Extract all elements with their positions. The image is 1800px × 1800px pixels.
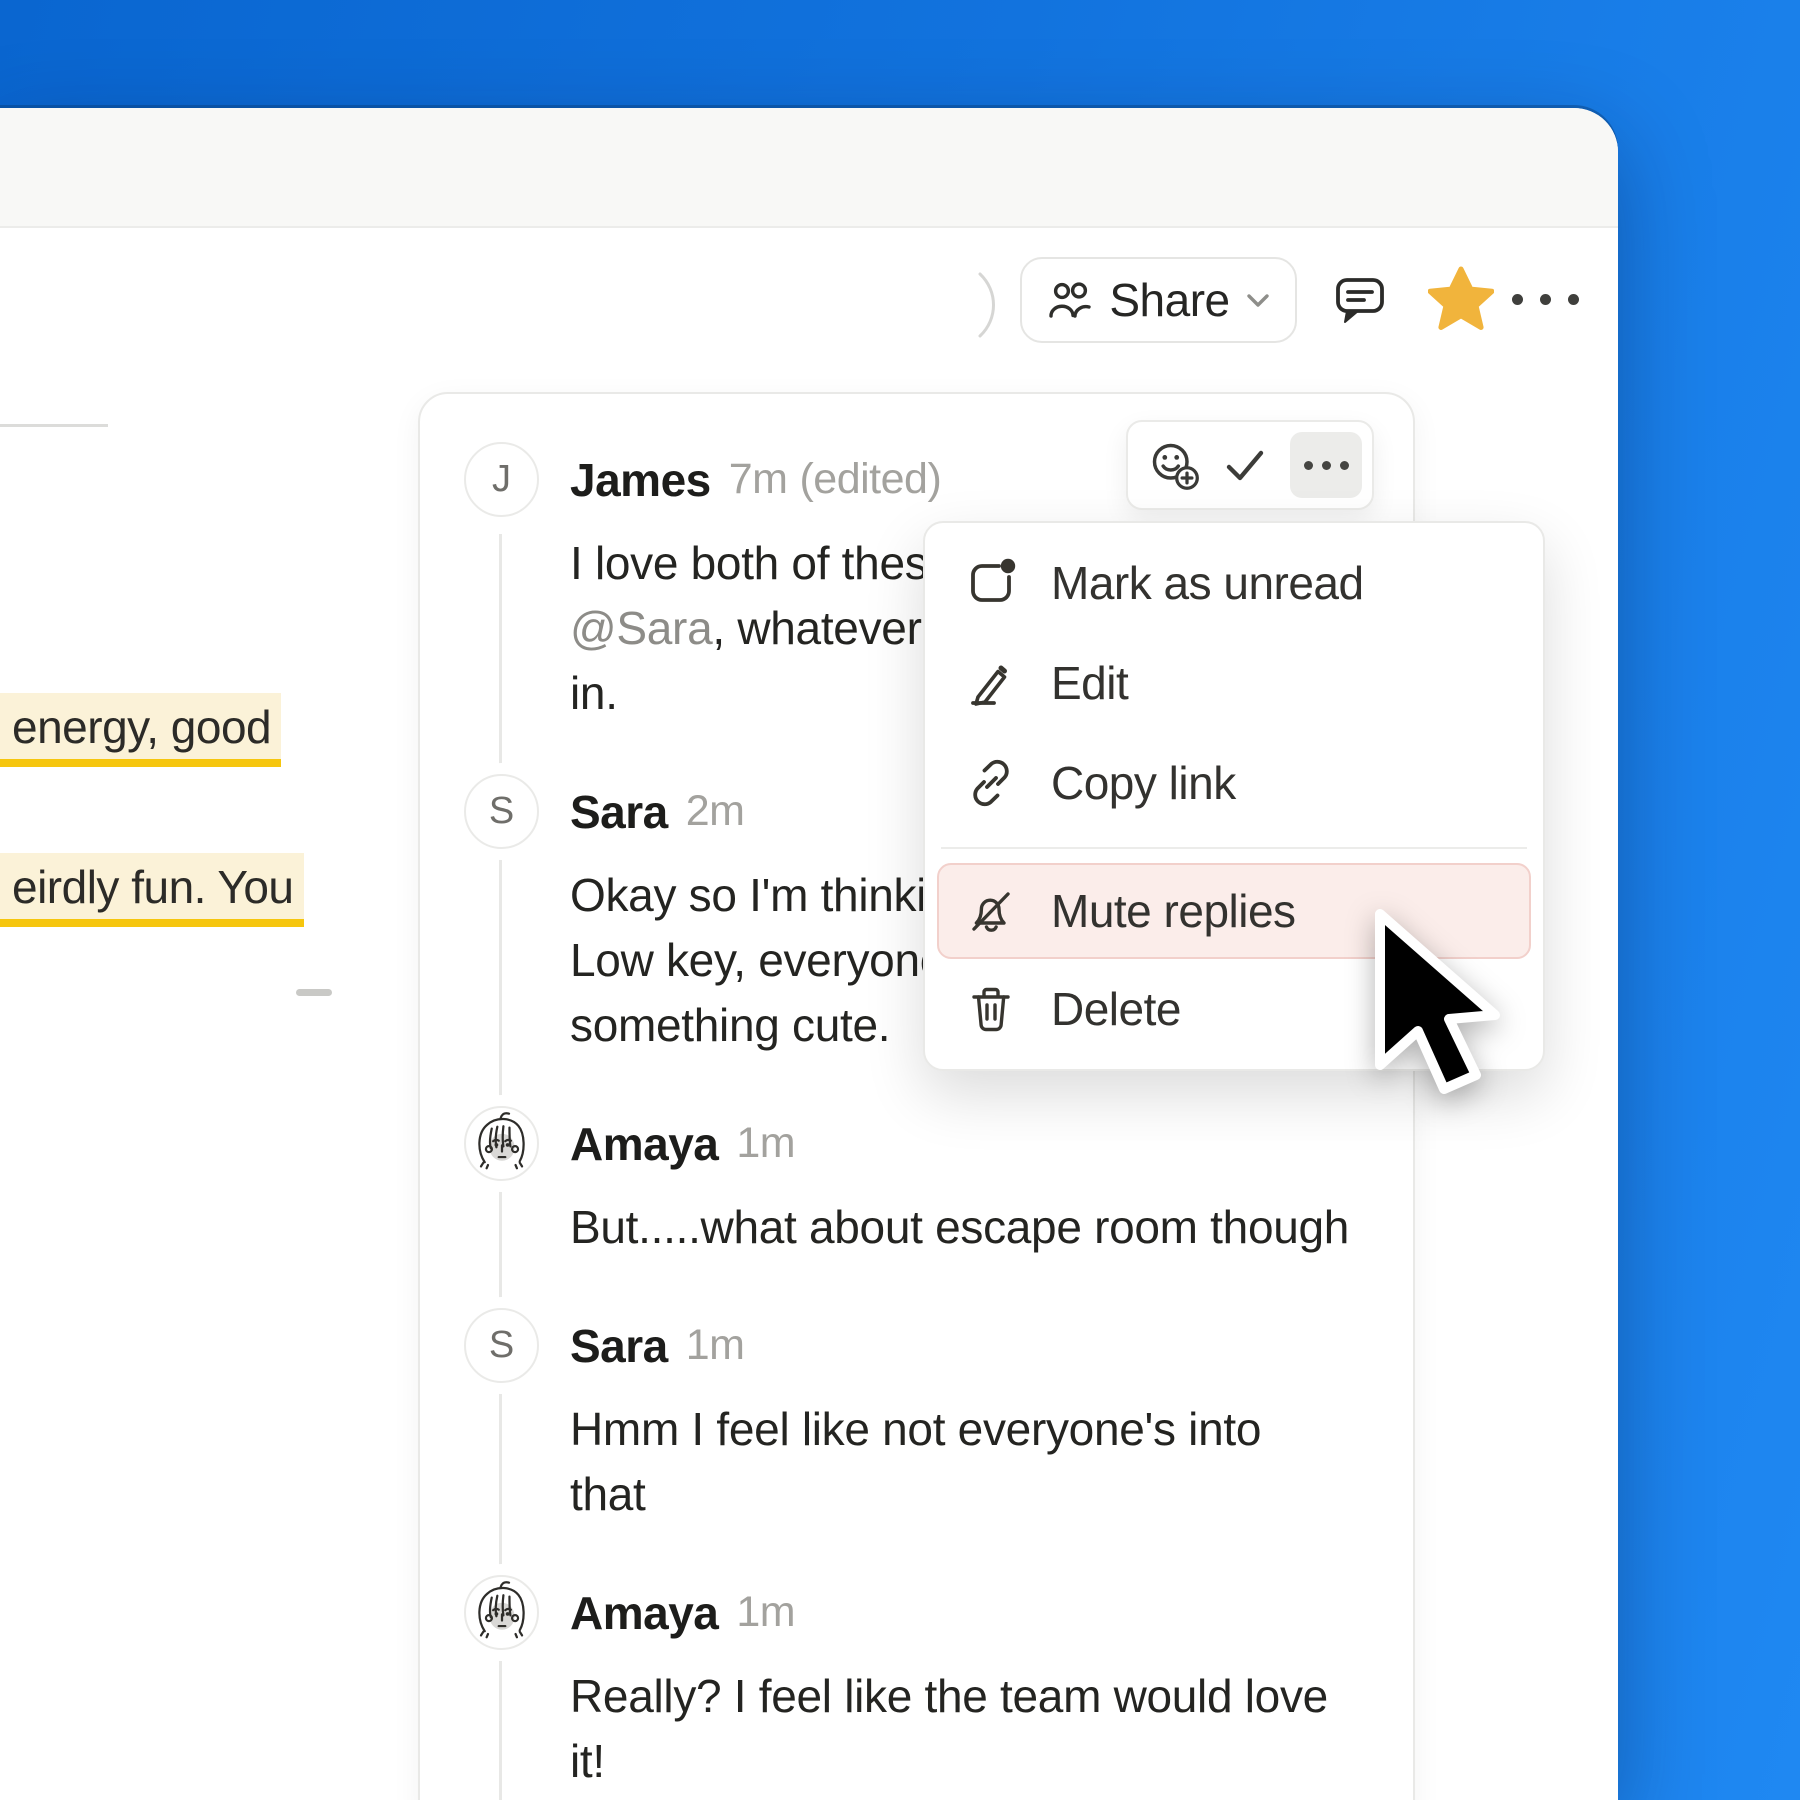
comment-timestamp: 2m [686,787,745,836]
avatar-initial: J [492,458,511,501]
user-mention[interactable]: @Sara [570,602,712,654]
comment-meta: Sara 1m [570,1308,1261,1383]
menu-item-label: Mute replies [1051,884,1296,938]
avatar-doodle-face [467,1578,537,1648]
comment-edited-flag: (edited) [799,455,941,504]
comment-text: But.....what about escape room though [570,1201,1349,1253]
menu-item-label: Mark as unread [1051,556,1364,610]
people-icon [1045,278,1095,322]
menu-item-edit[interactable]: Edit [925,633,1543,733]
comment-text: Really? I feel like the team would love [570,1670,1328,1722]
comment-more-button-active[interactable] [1290,432,1362,498]
comment-body: Hmm I feel like not everyone's into that [570,1397,1261,1527]
comment-text: something cute. [570,999,890,1051]
avatar-initial: S [489,790,514,833]
comment-author: Amaya [570,1117,718,1171]
menu-item-copy-link[interactable]: Copy link [925,733,1543,833]
menu-item-label: Copy link [1051,756,1236,810]
comment: Amaya 1m But.....what about escape room th… [420,1106,1393,1260]
menu-divider [941,847,1527,849]
trash-icon [965,983,1017,1035]
comment-author: Amaya [570,1586,718,1640]
comment-meta: James 7m(edited) [570,442,1137,517]
mark-unread-icon [965,557,1017,609]
avatar: S [464,1308,539,1383]
presence-avatar-edge [958,264,1018,354]
comment-text: it! [570,1735,605,1787]
share-button[interactable]: Share [1020,257,1297,343]
doc-highlighted-text[interactable]: eirdly fun. You [0,853,304,927]
chevron-down-icon [1244,289,1272,311]
doc-highlighted-text[interactable]: energy, good [0,693,281,767]
comment-hover-actions [1126,420,1374,510]
mute-bell-icon [965,885,1017,937]
share-button-label: Share [1109,273,1229,327]
comment-author: Sara [570,785,668,839]
avatar-doodle-face [467,1109,537,1179]
window-more-button[interactable] [1512,294,1579,305]
comment-timestamp: 1m [686,1321,745,1370]
comment-body: But.....what about escape room though [570,1195,1349,1260]
more-horizontal-icon [1512,294,1579,305]
mouse-cursor [1366,905,1512,1111]
avatar [464,1575,539,1650]
comment-meta: Amaya 1m [570,1106,1349,1181]
comment-author: Sara [570,1319,668,1373]
menu-item-label: Delete [1051,982,1181,1036]
comment-bubble-icon [1331,271,1389,329]
copy-link-icon [965,757,1017,809]
comments-button[interactable] [1331,271,1389,329]
favorite-button[interactable] [1428,266,1494,332]
menu-item-mark-as-unread[interactable]: Mark as unread [925,533,1543,633]
doc-dash-mark [296,989,332,996]
comment-text: that [570,1468,646,1520]
comment-text: Hmm I feel like not everyone's into [570,1403,1261,1455]
comment: S Sara 1m Hmm I feel like not everyone's in… [420,1308,1393,1527]
resolve-check-icon[interactable] [1222,444,1268,486]
comment: Amaya 1m Really? I feel like the team woul… [420,1575,1393,1794]
comment-timestamp: 7m [729,455,788,504]
avatar: S [464,774,539,849]
comment-timestamp: 1m [736,1588,795,1637]
comment-timestamp: 1m [736,1119,795,1168]
comment-author: James [570,453,711,507]
edit-icon [965,657,1017,709]
app-window: Share energy, good eirdly fun. You [0,108,1618,1800]
avatar-initial: S [489,1324,514,1367]
doc-divider-line [0,424,108,427]
menu-item-label: Edit [1051,656,1128,710]
avatar [464,1106,539,1181]
star-icon [1428,266,1494,332]
comment-text: in. [570,667,618,719]
comment-meta: Amaya 1m [570,1575,1328,1650]
window-header-strip [0,108,1618,228]
add-reaction-icon[interactable] [1148,439,1200,491]
avatar: J [464,442,539,517]
comment-body: Really? I feel like the team would love i… [570,1664,1328,1794]
